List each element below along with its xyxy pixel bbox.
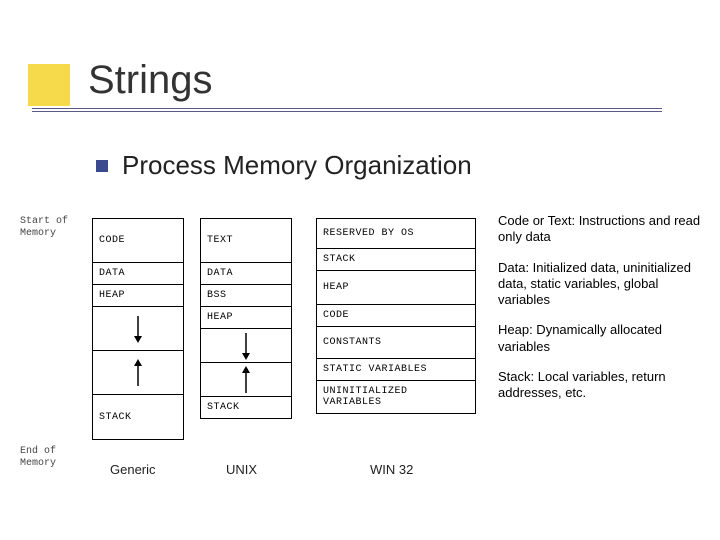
end-of-memory-label: End of Memory: [20, 446, 56, 470]
column-label-win32: WIN 32: [370, 462, 413, 477]
seg-unix-up-arrow-icon: [201, 363, 291, 397]
seg-unix-down-arrow-icon: [201, 329, 291, 363]
seg-generic-data: DATA: [93, 263, 183, 285]
seg-win32-code: CODE: [317, 305, 475, 327]
seg-win32-constants: CONSTANTS: [317, 327, 475, 359]
seg-generic-stack: STACK: [93, 395, 183, 439]
seg-unix-heap: HEAP: [201, 307, 291, 329]
seg-unix-bss: BSS: [201, 285, 291, 307]
memory-diagram: Start of Memory End of Memory CODE DATA …: [20, 210, 520, 490]
column-generic: CODE DATA HEAP STACK: [92, 218, 184, 440]
bullet-square-icon: [96, 160, 108, 172]
column-unix: TEXT DATA BSS HEAP STACK: [200, 218, 292, 419]
desc-stack: Stack: Local variables, return addresses…: [498, 369, 703, 402]
desc-code: Code or Text: Instructions and read only…: [498, 213, 703, 246]
seg-unix-text: TEXT: [201, 219, 291, 263]
bullet-row: Process Memory Organization: [96, 150, 472, 181]
column-label-unix: UNIX: [226, 462, 257, 477]
seg-win32-uninit: UNINITIALIZED VARIABLES: [317, 381, 475, 413]
slide-title-block: Strings: [18, 58, 213, 103]
slide-title: Strings: [18, 58, 213, 103]
desc-data: Data: Initialized data, uninitialized da…: [498, 260, 703, 309]
seg-win32-stack: STACK: [317, 249, 475, 271]
seg-unix-stack: STACK: [201, 397, 291, 418]
desc-heap: Heap: Dynamically allocated variables: [498, 322, 703, 355]
seg-win32-reserved: RESERVED BY OS: [317, 219, 475, 249]
seg-win32-heap: HEAP: [317, 271, 475, 305]
slide-subtitle: Process Memory Organization: [122, 150, 472, 181]
descriptions: Code or Text: Instructions and read only…: [498, 213, 703, 415]
start-of-memory-label: Start of Memory: [20, 216, 68, 240]
seg-generic-up-arrow-icon: [93, 351, 183, 395]
seg-generic-heap: HEAP: [93, 285, 183, 307]
seg-win32-static: STATIC VARIABLES: [317, 359, 475, 381]
seg-generic-down-arrow-icon: [93, 307, 183, 351]
column-win32: RESERVED BY OS STACK HEAP CODE CONSTANTS…: [316, 218, 476, 414]
seg-generic-code: CODE: [93, 219, 183, 263]
title-underline: [32, 108, 662, 109]
column-label-generic: Generic: [110, 462, 156, 477]
seg-unix-data: DATA: [201, 263, 291, 285]
